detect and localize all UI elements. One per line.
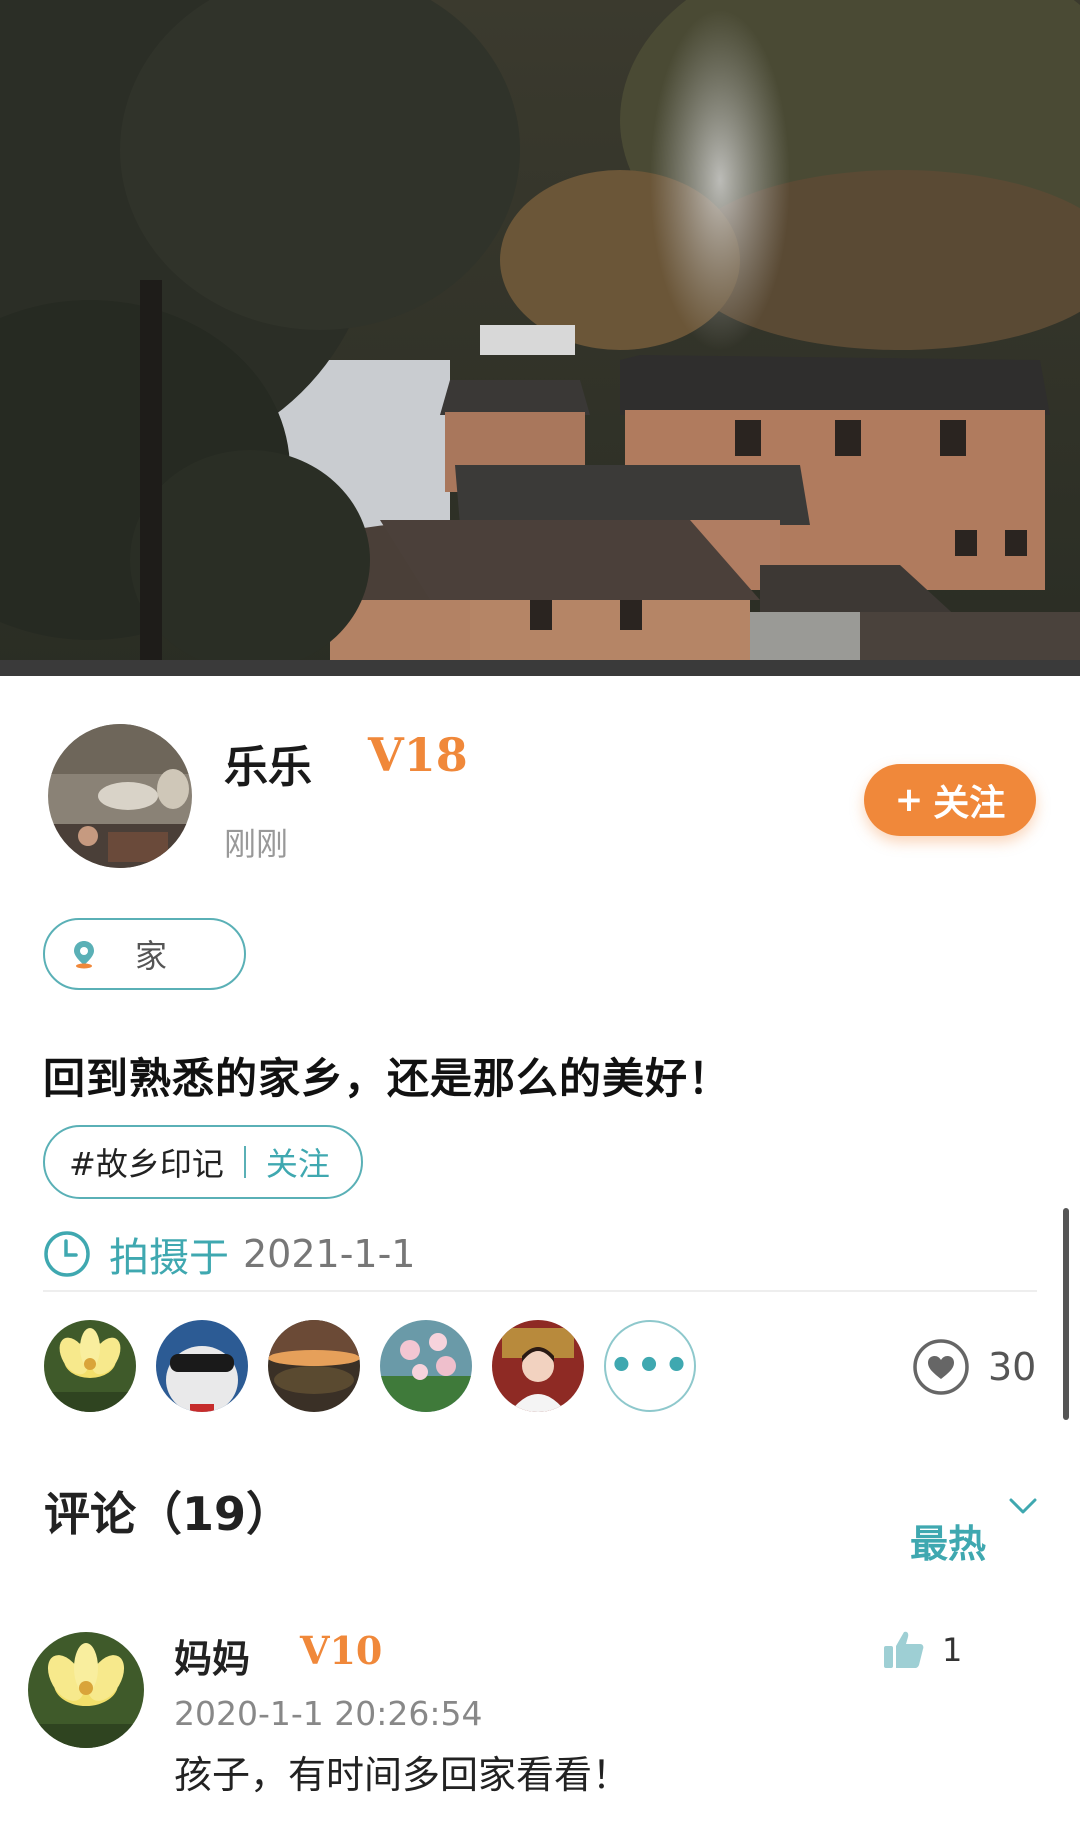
liker-avatars: ••• — [44, 1320, 696, 1414]
follow-button-label: 关注 — [933, 783, 1006, 824]
comment-avatar[interactable] — [28, 1632, 144, 1748]
topic-tag[interactable]: #故乡印记 关注 — [43, 1125, 363, 1199]
follow-button[interactable]: + 关注 — [864, 764, 1036, 836]
taken-at-date: 2021-1-1 — [243, 1232, 416, 1276]
comment-sort-dropdown[interactable]: 最热 — [910, 1513, 986, 1568]
comment-like-count: 1 — [942, 1631, 963, 1669]
topic-separator — [243, 1146, 246, 1178]
comment-like-button[interactable]: 1 — [882, 1628, 962, 1672]
liker-avatar[interactable] — [492, 1320, 584, 1412]
comment-time: 2020-1-1 20:26:54 — [174, 1694, 483, 1733]
liker-avatar[interactable] — [380, 1320, 472, 1412]
post-text: 回到熟悉的家乡，还是那么的美好！ — [43, 1054, 732, 1103]
divider — [43, 1290, 1037, 1292]
topic-name[interactable]: #故乡印记 — [69, 1139, 224, 1185]
comment-author-level-badge: V10 — [300, 1628, 383, 1673]
comment-author-name[interactable]: 妈妈 — [174, 1628, 250, 1683]
clock-icon — [44, 1231, 90, 1277]
topic-follow-button[interactable]: 关注 — [266, 1139, 330, 1185]
author-name[interactable]: 乐乐 — [224, 731, 312, 795]
taken-at-label: 拍摄于 — [109, 1235, 229, 1281]
location-tag[interactable]: 家 — [43, 918, 246, 990]
post-author-header: 乐乐 V18 刚刚 + 关注 — [0, 676, 1080, 876]
like-button[interactable]: 30 — [912, 1338, 1036, 1396]
liker-avatar[interactable] — [268, 1320, 360, 1412]
author-avatar[interactable] — [48, 724, 192, 868]
post-time: 刚刚 — [224, 825, 289, 863]
more-likers-button[interactable]: ••• — [604, 1320, 696, 1412]
liker-avatar[interactable] — [156, 1320, 248, 1412]
liker-avatar[interactable] — [44, 1320, 136, 1412]
more-dots-icon: ••• — [608, 1343, 692, 1389]
location-pin-icon — [74, 941, 94, 969]
location-text: 家 — [135, 937, 168, 975]
comments-title: 评论（19） — [44, 1487, 293, 1541]
scrollbar[interactable] — [1063, 1208, 1069, 1420]
heart-icon — [913, 1339, 969, 1395]
author-level-badge: V18 — [368, 728, 468, 782]
taken-at-row: 拍摄于 2021-1-1 — [43, 1226, 415, 1282]
comment-text: 孩子，有时间多回家看看！ — [174, 1753, 631, 1797]
post-photo[interactable] — [0, 0, 1080, 676]
plus-icon: + — [894, 780, 924, 820]
chevron-down-icon[interactable] — [1008, 1496, 1038, 1516]
thumbs-up-icon — [884, 1631, 924, 1668]
like-count: 30 — [988, 1345, 1037, 1389]
